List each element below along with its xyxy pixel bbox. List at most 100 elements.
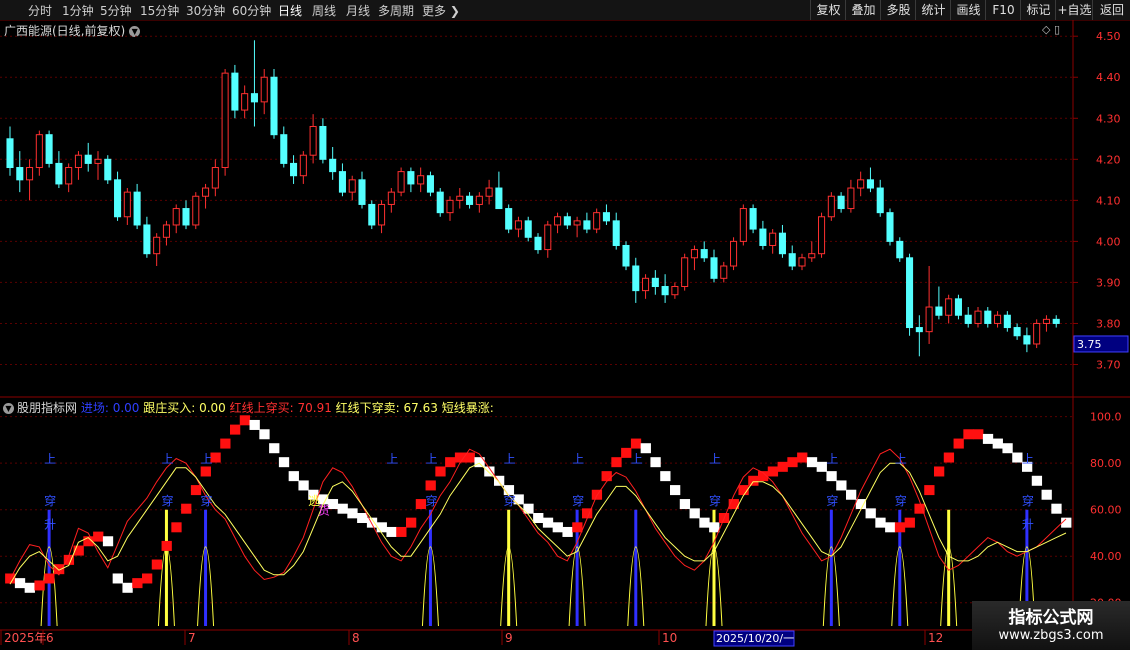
staircase-down	[806, 457, 818, 468]
staircase-up	[748, 475, 759, 486]
candle-down	[876, 187, 884, 214]
staircase-up	[787, 457, 798, 468]
legend-item-0: 进场: 0.00	[77, 401, 144, 415]
signal-label: 上	[201, 452, 213, 466]
candle-down	[886, 212, 894, 242]
watermark: 指标公式网 www.zbgs3.com	[972, 601, 1130, 650]
staircase-up	[777, 461, 788, 472]
staircase-up	[767, 466, 779, 477]
candle-up	[172, 208, 180, 226]
candle-down	[182, 208, 190, 226]
candle-down	[436, 191, 444, 214]
candle-up	[642, 277, 650, 292]
candle-down	[915, 327, 923, 333]
candle-down	[661, 286, 669, 296]
signal-label: 穿	[161, 493, 173, 508]
legend-item-3: 红线下穿卖: 67.63	[335, 401, 442, 415]
candle-down	[280, 134, 288, 164]
candle-down	[778, 232, 786, 255]
candle-down	[935, 306, 943, 316]
staircase-down	[982, 433, 994, 444]
staircase-down	[846, 489, 857, 500]
candle-down	[45, 134, 53, 164]
staircase-up	[239, 415, 251, 426]
staircase-up	[904, 517, 915, 528]
signal-label: 上	[504, 452, 516, 466]
staircase-up	[132, 578, 143, 589]
signal-label: 上	[572, 452, 584, 466]
candle-down	[710, 257, 718, 279]
candle-down	[534, 236, 542, 251]
candle-up	[162, 224, 170, 238]
candle-up	[573, 220, 581, 226]
candle-up	[554, 216, 562, 226]
candle-down	[329, 158, 337, 173]
staircase-up	[396, 526, 407, 537]
staircase-up	[953, 438, 964, 449]
candle-up	[378, 203, 386, 226]
staircase-down	[298, 480, 309, 491]
price-tick-label: 4.40	[1096, 71, 1121, 84]
staircase-up	[171, 522, 182, 533]
staircase-down	[102, 536, 114, 547]
signal-label: 上	[44, 452, 56, 466]
price-tick-label: 3.70	[1096, 358, 1121, 371]
staircase-down	[542, 517, 554, 528]
staircase-down	[650, 457, 661, 468]
candle-up	[994, 314, 1002, 324]
candle-up	[798, 257, 806, 267]
legend-item-1: 跟庄买入: 0.00	[143, 401, 230, 415]
candle-up	[309, 125, 317, 156]
indicator-tick-label: 60.00	[1090, 504, 1122, 517]
signal-label: 穿	[709, 493, 721, 508]
staircase-down	[278, 457, 290, 468]
candle-up	[417, 175, 425, 185]
candle-up	[65, 167, 73, 185]
kline-chart-canvas[interactable]: 4.50 4.40 4.30 4.20 4.10 4.00 3.90 3.80 3.70 3.75…	[0, 0, 1130, 650]
signal-label: 升	[44, 517, 56, 531]
candle-up	[514, 220, 522, 230]
staircase-up	[601, 471, 612, 482]
signal-label: 穿	[504, 493, 516, 508]
staircase-up	[161, 540, 172, 551]
signal-label: 穿	[572, 493, 584, 508]
staircase-up	[572, 522, 583, 533]
chevron-down-icon[interactable]: ▼	[3, 403, 14, 414]
signal-label: 上	[895, 452, 907, 466]
staircase-up	[425, 480, 436, 491]
candle-down	[563, 216, 571, 226]
candle-down	[749, 208, 757, 230]
candle-down	[426, 175, 434, 193]
current-price-label: 3.75	[1077, 338, 1102, 351]
price-tick-label: 4.30	[1096, 112, 1121, 125]
staircase-down	[14, 578, 26, 589]
staircase-down	[24, 582, 35, 593]
candle-up	[299, 154, 307, 177]
staircase-down	[826, 471, 837, 482]
staircase-down	[552, 522, 563, 533]
candle-up	[1042, 318, 1050, 324]
staircase-down	[709, 522, 720, 533]
candle-up	[211, 167, 219, 189]
candle-down	[55, 162, 63, 185]
candle-up	[847, 187, 855, 210]
staircase-down	[347, 508, 358, 519]
signal-label: 上	[631, 452, 643, 466]
signal-label: 上	[826, 452, 838, 466]
staircase-up	[630, 438, 642, 449]
staircase-down	[337, 503, 348, 514]
candle-up	[35, 134, 43, 169]
x-axis-label: 7	[188, 631, 196, 645]
indicator-tick-label: 80.00	[1090, 457, 1122, 470]
signal-label: 穿	[425, 493, 437, 508]
candle-up	[769, 232, 777, 246]
candle-down	[1003, 314, 1011, 329]
staircase-up	[406, 517, 417, 528]
candle-down	[583, 220, 591, 230]
staircase-down	[259, 429, 270, 440]
staircase-down	[533, 513, 544, 523]
price-tick-label: 4.10	[1096, 194, 1121, 207]
staircase-down	[1041, 489, 1052, 500]
staircase-down	[1031, 475, 1043, 486]
candle-down	[1023, 335, 1031, 345]
